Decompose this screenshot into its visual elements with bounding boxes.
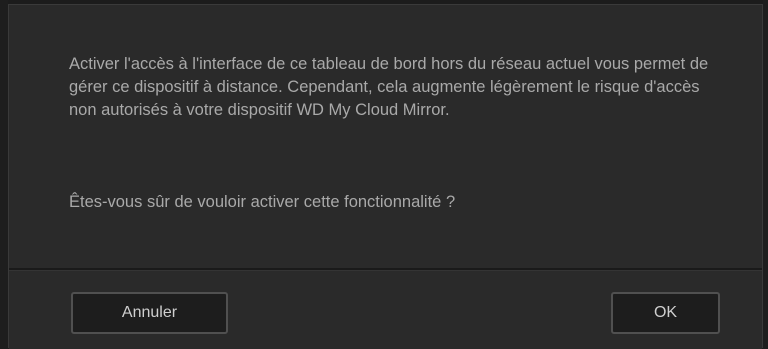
- dialog-footer: Annuler OK: [9, 271, 762, 349]
- dialog-question: Êtes-vous sûr de vouloir activer cette f…: [69, 193, 456, 211]
- confirmation-dialog: Activer l'accès à l'interface de ce tabl…: [8, 4, 763, 349]
- dialog-body: Activer l'accès à l'interface de ce tabl…: [9, 5, 762, 268]
- dialog-message: Activer l'accès à l'interface de ce tabl…: [69, 55, 709, 119]
- cancel-button[interactable]: Annuler: [71, 292, 228, 334]
- ok-button[interactable]: OK: [611, 292, 720, 334]
